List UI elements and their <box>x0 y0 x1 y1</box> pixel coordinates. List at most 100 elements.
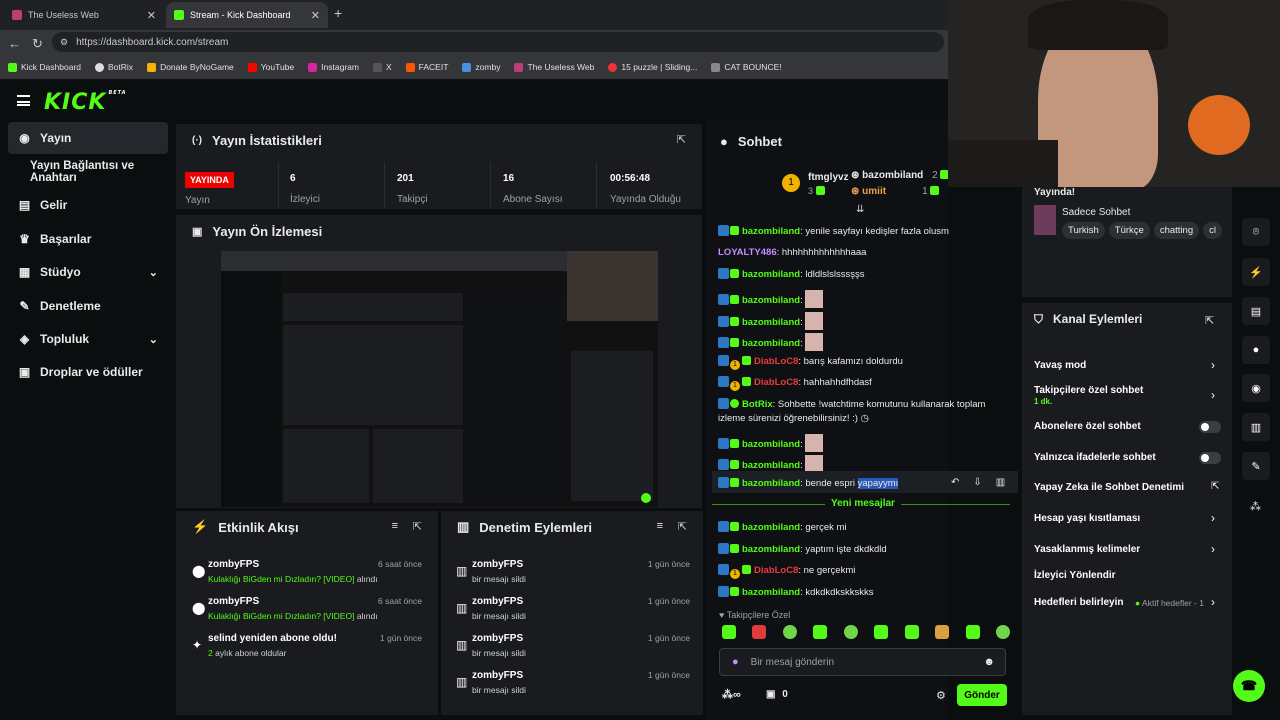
chat-input[interactable]: ● Bir mesaj gönderin ☻ <box>719 648 1006 676</box>
rail-doc-icon[interactable]: ▤ <box>1242 297 1270 325</box>
tag[interactable]: chatting <box>1153 222 1200 239</box>
goals-item[interactable]: Hedefleri belirleyin <box>1034 597 1123 608</box>
popout-icon[interactable]: ⇱ <box>677 133 686 146</box>
sidebar-item-stream[interactable]: ◉ Yayın <box>8 122 168 154</box>
stream-preview-video[interactable] <box>221 251 658 507</box>
menu-icon[interactable] <box>17 95 30 106</box>
chat-user[interactable]: DiabLoC8 <box>754 356 798 367</box>
sidebar-item-stream-key[interactable]: Yayın Bağlantısı ve Anahtarı <box>8 156 178 188</box>
bookmark[interactable]: Kick Dashboard <box>8 62 81 72</box>
chat-user[interactable]: bazombiland <box>742 460 800 471</box>
url-field[interactable]: ⚙ https://dashboard.kick.com/stream <box>52 32 944 52</box>
sidebar-item-revenue[interactable]: ▤ Gelir <box>8 189 168 221</box>
chat-user[interactable]: bazombiland <box>742 226 800 237</box>
chat-user[interactable]: BotRix <box>742 399 773 410</box>
chat-user[interactable]: bazombiland <box>742 317 800 328</box>
tab-kick-dashboard[interactable]: Stream - Kick Dashboard ✕ <box>166 2 328 28</box>
reply-icon[interactable]: ↶ <box>951 477 959 488</box>
rail-chat-icon[interactable]: ● <box>1242 336 1270 364</box>
filter-icon[interactable]: ≡ <box>392 520 398 532</box>
pin-icon[interactable]: ⇩ <box>973 477 981 488</box>
chevron-right-icon[interactable]: › <box>1211 388 1215 402</box>
chat-user[interactable]: bazombiland <box>742 478 800 489</box>
bookmark[interactable]: YouTube <box>247 62 294 72</box>
close-tab-icon[interactable]: ✕ <box>311 9 320 22</box>
chat-user[interactable]: bazombiland <box>742 439 800 450</box>
rail-trash-icon[interactable]: ▥ <box>1242 413 1270 441</box>
ai-moderation-item[interactable]: Yapay Zeka ile Sohbet Denetimi <box>1034 482 1184 493</box>
delete-icon[interactable]: ▥ <box>996 477 1005 488</box>
help-button[interactable]: ☎ <box>1233 670 1265 702</box>
bookmark[interactable]: Instagram <box>308 62 359 72</box>
sidebar-item-studio[interactable]: ▦ Stüdyo ⌄ <box>8 256 168 288</box>
microphone-icon[interactable]: ● <box>732 656 739 668</box>
rail-add-widget-icon[interactable]: ⁂ <box>1250 500 1261 513</box>
followers-only-item[interactable]: Takipçilere özel sohbet <box>1034 385 1143 396</box>
emote-icon[interactable] <box>904 625 919 639</box>
bookmark[interactable]: X <box>372 62 392 72</box>
emote-icon[interactable] <box>935 625 950 639</box>
filter-icon[interactable]: ≡ <box>657 520 663 532</box>
close-tab-icon[interactable]: ✕ <box>147 9 156 22</box>
raid-item[interactable]: İzleyici Yönlendir <box>1034 570 1116 581</box>
chevron-right-icon[interactable]: › <box>1211 595 1215 609</box>
chevron-right-icon[interactable]: › <box>1211 511 1215 525</box>
banned-words-item[interactable]: Yasaklanmış kelimeler <box>1034 544 1140 555</box>
emote-icon[interactable] <box>752 625 767 639</box>
back-icon[interactable]: ← <box>8 36 21 51</box>
bookmark[interactable]: FACEIT <box>405 62 448 72</box>
points-display[interactable]: ⁂∞ <box>722 688 741 701</box>
emote-icon[interactable] <box>843 625 858 639</box>
pinned-toggle-icon[interactable]: ⇊ <box>856 204 864 215</box>
sidebar-item-community[interactable]: ◈ Topluluk ⌄ <box>8 323 168 355</box>
rail-broadcast-icon[interactable]: ◉ <box>1242 374 1270 402</box>
sidebar-item-achievements[interactable]: ♛ Başarılar <box>8 223 168 255</box>
chat-user[interactable]: bazombiland <box>742 295 800 306</box>
bookmark[interactable]: Donate ByNoGame <box>147 62 234 72</box>
emote-icon[interactable] <box>813 625 828 639</box>
bookmark[interactable]: The Useless Web <box>514 62 594 72</box>
tag[interactable]: Turkish <box>1062 222 1105 239</box>
emote-icon[interactable] <box>782 625 797 639</box>
rail-camera-icon[interactable]: ⌾ <box>1242 218 1270 246</box>
emoji-icon[interactable]: ☻ <box>983 656 995 668</box>
popout-icon[interactable]: ⇱ <box>678 520 687 533</box>
rail-lightning-icon[interactable]: ⚡ <box>1242 258 1270 286</box>
send-button[interactable]: Gönder <box>957 684 1007 706</box>
bookmark[interactable]: BotRix <box>95 62 133 72</box>
kick-logo[interactable]: KICK BETA <box>44 90 127 115</box>
popout-icon[interactable]: ⇱ <box>1205 314 1214 327</box>
chat-user[interactable]: bazombiland <box>742 522 800 533</box>
chat-user[interactable]: DiabLoC8 <box>754 565 798 576</box>
reload-icon[interactable]: ↻ <box>32 36 43 52</box>
emote-icon[interactable] <box>965 625 980 639</box>
sidebar-item-drops[interactable]: ▣ Droplar ve ödüller <box>8 356 168 388</box>
bookmark[interactable]: CAT BOUNCE! <box>711 62 782 72</box>
bookmark[interactable]: 15 puzzle | Sliding... <box>608 62 697 72</box>
emote-icon[interactable] <box>995 625 1010 639</box>
emote-icon[interactable] <box>874 625 889 639</box>
chevron-right-icon[interactable]: › <box>1211 358 1215 372</box>
bookmark[interactable]: zomby <box>462 62 500 72</box>
chat-user[interactable]: LOYALTY486 <box>718 247 777 258</box>
tab-useless-web[interactable]: The Useless Web ✕ <box>4 2 164 28</box>
tag[interactable]: Türkçe <box>1108 222 1150 239</box>
new-tab-icon[interactable]: + <box>334 5 342 21</box>
slow-mode-item[interactable]: Yavaş mod <box>1034 360 1086 371</box>
popout-icon[interactable]: ⇱ <box>413 520 422 533</box>
site-info-icon[interactable]: ⚙ <box>60 37 68 48</box>
chat-user[interactable]: bazombiland <box>742 269 800 280</box>
rail-wrench-icon[interactable]: ✎ <box>1242 452 1270 480</box>
chat-user[interactable]: bazombiland <box>742 587 800 598</box>
category-thumbnail[interactable] <box>1034 205 1056 235</box>
account-age-item[interactable]: Hesap yaşı kısıtlaması <box>1034 513 1140 524</box>
emotes-only-toggle[interactable] <box>1199 452 1221 464</box>
chat-message-hovered[interactable]: bazombiland: bende espri yapayymı <box>718 477 899 489</box>
sidebar-item-moderation[interactable]: ✎ Denetleme <box>8 290 168 322</box>
tag[interactable]: cl <box>1203 222 1222 239</box>
chat-user[interactable]: bazombiland <box>742 544 800 555</box>
subscribers-only-toggle[interactable] <box>1199 421 1221 433</box>
external-link-icon[interactable]: ⇱ <box>1211 481 1219 492</box>
gift-counter[interactable]: ▣ 0 <box>766 689 788 700</box>
emote-icon[interactable] <box>722 625 736 639</box>
